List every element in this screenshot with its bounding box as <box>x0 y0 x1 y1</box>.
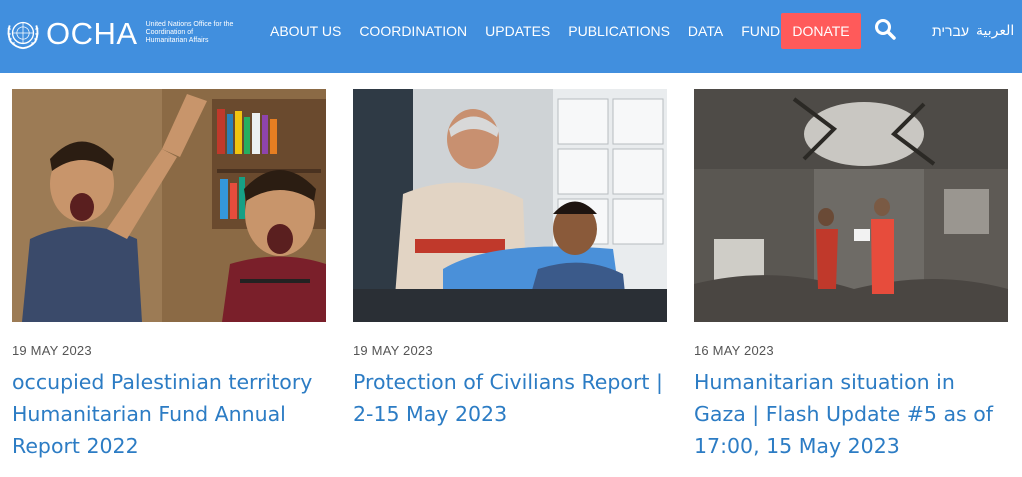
card-title-link[interactable]: occupied Palestinian territory Humanitar… <box>12 366 326 462</box>
card-date: 19 MAY 2023 <box>353 343 433 358</box>
nav-publications[interactable]: PUBLICATIONS <box>568 23 670 39</box>
card-date: 19 MAY 2023 <box>12 343 92 358</box>
card-image-paramedic-ambulance[interactable] <box>353 89 667 322</box>
news-card: 19 MAY 2023 occupied Palestinian territo… <box>12 89 326 462</box>
card-image-children-classroom[interactable] <box>12 89 326 322</box>
card-title-link[interactable]: Protection of Civilians Report | 2-15 Ma… <box>353 366 667 430</box>
news-card: 16 MAY 2023 Humanitarian situation in Ga… <box>694 89 1008 462</box>
news-card: 19 MAY 2023 Protection of Civilians Repo… <box>353 89 667 430</box>
site-header: OCHA United Nations Office for the Coord… <box>0 0 1022 73</box>
logo-wordmark: OCHA <box>46 15 138 51</box>
nav-data[interactable]: DATA <box>688 23 723 39</box>
nav-updates[interactable]: UPDATES <box>485 23 550 39</box>
un-emblem-icon <box>7 21 39 50</box>
nav-coordination[interactable]: COORDINATION <box>359 23 467 39</box>
card-title-link[interactable]: Humanitarian situation in Gaza | Flash U… <box>694 366 1008 462</box>
nav-about-us[interactable]: ABOUT US <box>270 23 341 39</box>
ocha-logo[interactable]: OCHA United Nations Office for the Coord… <box>4 12 236 54</box>
language-arabic-link[interactable]: العربية <box>976 22 1014 39</box>
logo-subtitle: United Nations Office for the Coordinati… <box>145 21 234 44</box>
main-navigation: ABOUT US COORDINATION UPDATES PUBLICATIO… <box>270 0 823 62</box>
search-icon[interactable] <box>873 17 897 41</box>
language-hebrew-link[interactable]: עברית <box>932 23 969 39</box>
card-date: 16 MAY 2023 <box>694 343 774 358</box>
donate-button[interactable]: DONATE <box>781 13 861 49</box>
card-image-damaged-building[interactable] <box>694 89 1008 322</box>
